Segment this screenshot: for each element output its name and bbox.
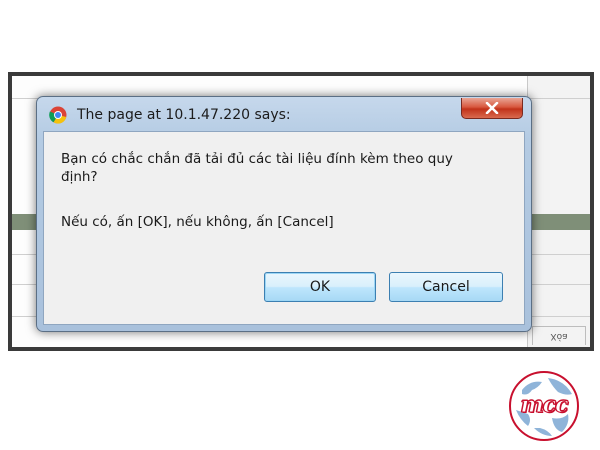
- mcc-logo: mcc: [508, 370, 580, 442]
- background-right-panel: [527, 76, 590, 347]
- dialog-content: Bạn có chắc chắn đã tải đủ các tài liệu …: [43, 131, 525, 325]
- dialog-titlebar[interactable]: The page at 10.1.47.220 says:: [37, 97, 531, 131]
- mcc-logo-text: mcc: [520, 392, 569, 419]
- cancel-button[interactable]: Cancel: [389, 272, 503, 302]
- alert-dialog: The page at 10.1.47.220 says: Bạn có chắ…: [36, 96, 532, 332]
- close-button[interactable]: [461, 98, 523, 119]
- background-delete-cell[interactable]: Xóa: [532, 326, 586, 345]
- stage: Xóa The page at 10.1.47.220 says: Bạn có…: [0, 0, 600, 450]
- close-icon: [485, 102, 499, 114]
- dialog-title: The page at 10.1.47.220 says:: [77, 107, 291, 123]
- chrome-icon: [49, 106, 67, 124]
- ok-button[interactable]: OK: [264, 272, 376, 302]
- dialog-instruction: Nếu có, ấn [OK], nếu không, ấn [Cancel]: [61, 214, 334, 230]
- dialog-message: Bạn có chắc chắn đã tải đủ các tài liệu …: [61, 151, 453, 185]
